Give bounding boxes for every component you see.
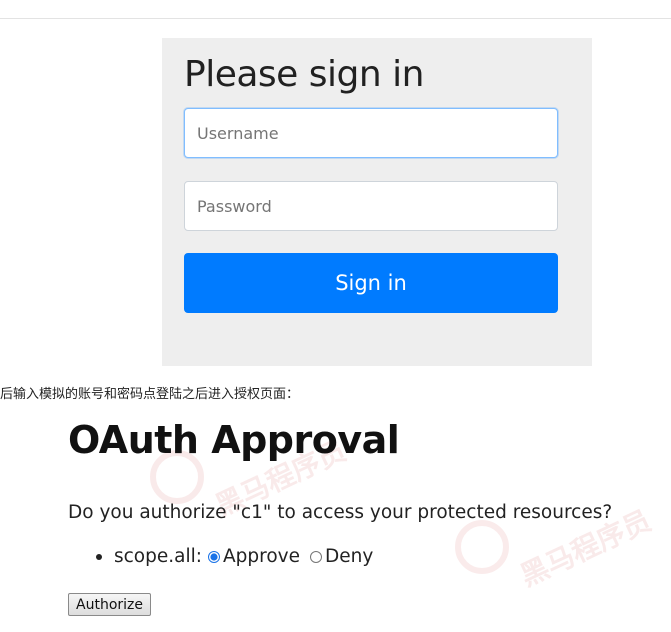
- username-input[interactable]: [184, 108, 558, 158]
- scope-label: scope.all:: [114, 546, 202, 567]
- signin-button[interactable]: Sign in: [184, 253, 558, 313]
- signin-panel: Please sign in Sign in: [162, 38, 592, 366]
- watermark-ring-icon: [455, 520, 509, 574]
- approve-radio[interactable]: [207, 550, 220, 563]
- signin-title: Please sign in: [184, 54, 424, 95]
- oauth-title: OAuth Approval: [68, 418, 400, 462]
- deny-label[interactable]: Deny: [325, 546, 373, 567]
- watermark-logo: 黑马程序员: [455, 504, 656, 593]
- bullet-icon: [96, 553, 102, 560]
- caption-text: 后输入模拟的账号和密码点登陆之后进入授权页面：: [0, 386, 300, 401]
- approve-label[interactable]: Approve: [223, 546, 300, 567]
- password-input[interactable]: [184, 181, 558, 231]
- deny-radio[interactable]: [309, 550, 322, 563]
- scope-item: scope.all: Approve Deny: [96, 546, 373, 567]
- top-bar: [0, 0, 671, 19]
- authorize-question: Do you authorize "c1" to access your pro…: [68, 502, 613, 523]
- authorize-button[interactable]: Authorize: [68, 593, 151, 616]
